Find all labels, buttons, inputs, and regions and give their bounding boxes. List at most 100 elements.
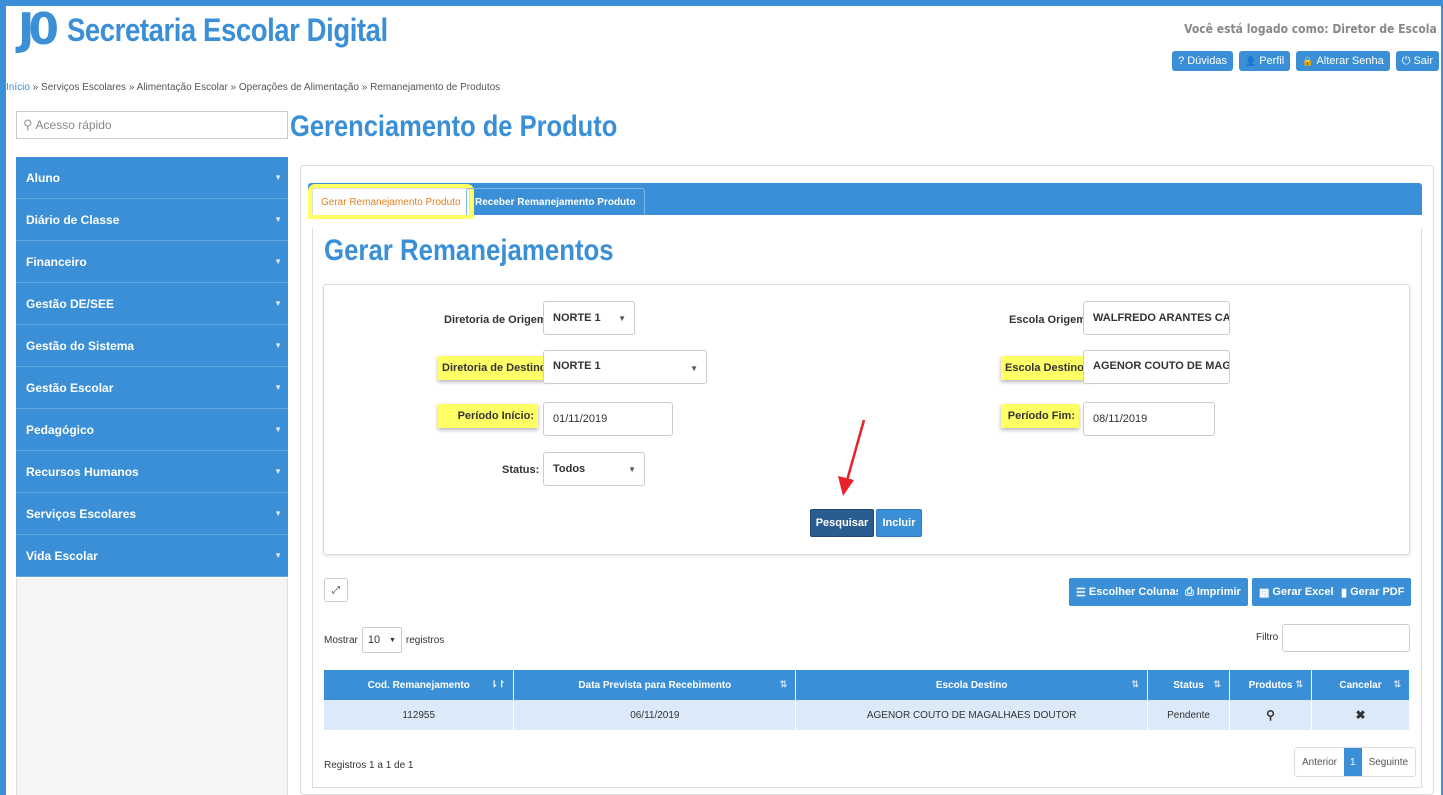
filter-input[interactable] bbox=[1282, 624, 1410, 652]
col-escola-destino[interactable]: Escola Destino ⇅ bbox=[795, 670, 1149, 700]
tab-receber-remanejamento[interactable]: Receber Remanejamento Produto bbox=[466, 188, 645, 215]
sidebar-item-servicos-escolares[interactable]: Serviços Escolares ▼ bbox=[16, 493, 288, 535]
annotation-arrow-icon bbox=[838, 419, 866, 496]
cell-status: Pendente bbox=[1147, 700, 1231, 730]
logout-label: Sair bbox=[1413, 55, 1433, 67]
col-cancelar[interactable]: Cancelar ⇅ bbox=[1311, 670, 1410, 700]
search-icon: ⚲ bbox=[23, 117, 33, 132]
cell-produtos: ⚲ bbox=[1229, 700, 1312, 730]
col-cod-remanejamento[interactable]: Cod. Remanejamento ⇂↾ bbox=[324, 670, 515, 700]
app-logo[interactable]: J0 Secretaria Escolar Digital bbox=[18, 8, 440, 52]
chevron-down-icon: ▼ bbox=[690, 364, 698, 373]
choose-columns-button[interactable]: ☰ Escolher Colunas bbox=[1069, 578, 1189, 606]
prev-page-button[interactable]: Anterior bbox=[1295, 748, 1344, 776]
records-label: registros bbox=[405, 634, 445, 646]
chevron-down-icon: ▼ bbox=[274, 257, 282, 266]
escola-origem-select[interactable]: WALFREDO ARANTES CALI▼ bbox=[1083, 301, 1230, 335]
periodo-inicio-input[interactable]: 01/11/2019 bbox=[543, 402, 673, 436]
tab-gerar-remanejamento[interactable]: Gerar Remanejamento Produto bbox=[312, 188, 470, 215]
logout-button[interactable]: ⏻ Sair bbox=[1395, 51, 1439, 71]
records-info: Registros 1 a 1 de 1 bbox=[324, 760, 414, 771]
table-header-row: Cod. Remanejamento ⇂↾ Data Prevista para … bbox=[324, 670, 1410, 700]
header-label: Cod. Remanejamento bbox=[367, 679, 470, 691]
chevron-down-icon: ▼ bbox=[274, 551, 282, 560]
periodo-fim-label: Período Fim: bbox=[1001, 404, 1079, 428]
page-size-select[interactable]: 10 ▼ bbox=[361, 627, 402, 653]
results-table: Cod. Remanejamento ⇂↾ Data Prevista para … bbox=[324, 670, 1410, 730]
escola-destino-select[interactable]: AGENOR COUTO DE MAGA▼ bbox=[1083, 350, 1230, 384]
sidebar-item-label: Gestão Escolar bbox=[26, 380, 114, 395]
header-label: Cancelar bbox=[1339, 679, 1382, 691]
page-size-control: Mostrar 10 ▼ registros bbox=[324, 627, 444, 653]
col-status[interactable]: Status ⇅ bbox=[1147, 670, 1231, 700]
status-value: Todos bbox=[553, 463, 586, 475]
sidebar-item-gestao-escolar[interactable]: Gestão Escolar ▼ bbox=[16, 367, 288, 409]
breadcrumb-home-link[interactable]: Início bbox=[6, 82, 30, 93]
breadcrumb: Início » Serviços Escolares » Alimentaçã… bbox=[6, 82, 500, 93]
table-row[interactable]: 112955 06/11/2019 AGENOR COUTO DE MAGALH… bbox=[324, 700, 1410, 730]
escola-origem-value: WALFREDO ARANTES CALI bbox=[1093, 312, 1230, 324]
status-select[interactable]: Todos ▼ bbox=[543, 452, 645, 486]
pdf-label: Gerar PDF bbox=[1350, 586, 1405, 598]
list-icon: ☰ bbox=[1076, 586, 1086, 599]
periodo-fim-input[interactable]: 08/11/2019 bbox=[1083, 402, 1215, 436]
chevron-down-icon: ▼ bbox=[274, 467, 282, 476]
sidebar-item-label: Gestão do Sistema bbox=[26, 338, 135, 353]
change-password-button[interactable]: 🔒 Alterar Senha bbox=[1296, 51, 1390, 71]
col-data-prevista[interactable]: Data Prevista para Recebimento ⇅ bbox=[513, 670, 797, 700]
lock-icon: 🔒 bbox=[1302, 55, 1314, 66]
sort-icon: ⇅ bbox=[1213, 679, 1222, 689]
excel-label: Gerar Excel bbox=[1272, 586, 1334, 598]
search-button[interactable]: Pesquisar bbox=[810, 509, 874, 537]
header-label: Data Prevista para Recebimento bbox=[578, 679, 732, 691]
sidebar-item-label: Vida Escolar bbox=[26, 548, 98, 563]
sidebar-item-pedagogico[interactable]: Pedagógico ▼ bbox=[16, 409, 288, 451]
expand-icon[interactable]: ⤢ bbox=[324, 578, 348, 602]
page-title: Gerenciamento de Produto bbox=[290, 110, 618, 143]
chevron-down-icon: ▼ bbox=[274, 173, 282, 182]
sidebar-item-aluno[interactable]: Aluno ▼ bbox=[16, 157, 288, 199]
print-button[interactable]: ⎙ Imprimir bbox=[1178, 578, 1248, 606]
sidebar-empty-area bbox=[16, 578, 288, 795]
sidebar-item-label: Pedagógico bbox=[26, 422, 95, 437]
col-produtos[interactable]: Produtos ⇅ bbox=[1229, 670, 1312, 700]
sidebar-item-gestao-do-sistema[interactable]: Gestão do Sistema ▼ bbox=[16, 325, 288, 367]
periodo-inicio-label: Período Início: bbox=[438, 404, 538, 428]
close-icon[interactable]: ✖ bbox=[1355, 708, 1365, 722]
quick-access-search[interactable]: ⚲ Acesso rápido bbox=[16, 111, 288, 139]
search-icon[interactable]: ⚲ bbox=[1266, 708, 1275, 722]
section-title: Gerar Remanejamentos bbox=[324, 234, 614, 267]
sidebar-item-vida-escolar[interactable]: Vida Escolar ▼ bbox=[16, 535, 288, 577]
file-icon: ▮ bbox=[1341, 586, 1348, 599]
excel-button[interactable]: ▦ Gerar Excel bbox=[1252, 578, 1341, 606]
sidebar-item-label: Aluno bbox=[26, 170, 60, 185]
help-button[interactable]: ? Dúvidas bbox=[1172, 51, 1233, 71]
sidebar-item-financeiro[interactable]: Financeiro ▼ bbox=[16, 241, 288, 283]
pdf-button[interactable]: ▮ Gerar PDF bbox=[1334, 578, 1412, 606]
printer-icon: ⎙ bbox=[1185, 585, 1194, 598]
filter-label: Filtro bbox=[1256, 632, 1279, 643]
profile-button[interactable]: 👤 Perfil bbox=[1238, 51, 1291, 71]
chevron-down-icon: ▼ bbox=[274, 425, 282, 434]
diretoria-destino-label: Diretoria de Destino: bbox=[438, 356, 555, 380]
chevron-down-icon: ▼ bbox=[628, 464, 636, 474]
breadcrumb-path: » Serviços Escolares » Alimentação Escol… bbox=[29, 82, 501, 93]
chevron-down-icon: ▼ bbox=[274, 299, 282, 308]
diretoria-origem-select[interactable]: NORTE 1 ▼ bbox=[543, 301, 635, 335]
page-1-button[interactable]: 1 bbox=[1344, 748, 1362, 776]
include-button[interactable]: Incluir bbox=[876, 509, 922, 537]
sidebar-item-diario-de-classe[interactable]: Diário de Classe ▼ bbox=[16, 199, 288, 241]
user-icon: 👤 bbox=[1244, 55, 1257, 66]
sidebar-item-gestao-de-see[interactable]: Gestão DE/SEE ▼ bbox=[16, 283, 288, 325]
chevron-down-icon: ▼ bbox=[388, 636, 396, 644]
print-label: Imprimir bbox=[1196, 586, 1241, 598]
show-label: Mostrar bbox=[324, 634, 358, 646]
change-password-label: Alterar Senha bbox=[1316, 55, 1384, 67]
diretoria-destino-select[interactable]: NORTE 1 ▼ bbox=[543, 350, 707, 384]
cell-cod: 112955 bbox=[324, 700, 515, 730]
next-page-button[interactable]: Seguinte bbox=[1362, 748, 1415, 776]
help-button-label: Dúvidas bbox=[1187, 55, 1227, 67]
sort-icon: ⇅ bbox=[1393, 679, 1401, 689]
sidebar-item-recursos-humanos[interactable]: Recursos Humanos ▼ bbox=[16, 451, 288, 493]
chevron-down-icon: ▼ bbox=[274, 215, 282, 224]
